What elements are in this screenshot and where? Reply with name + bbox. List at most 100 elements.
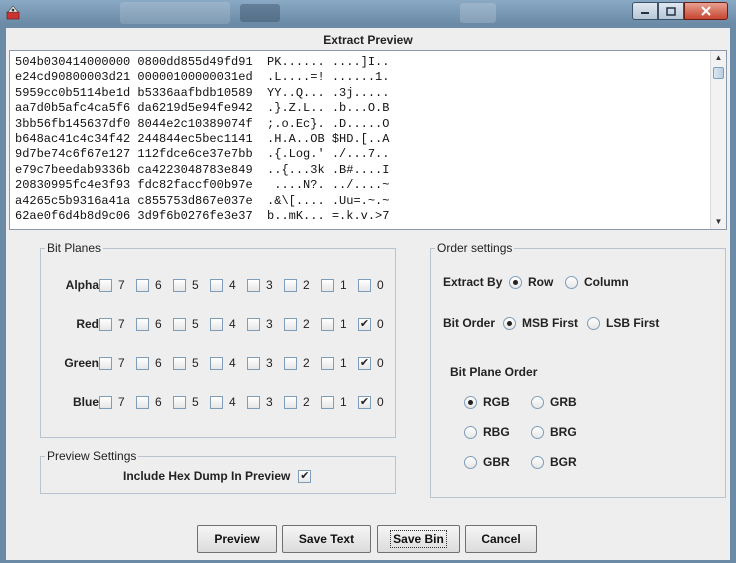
extract-by-option[interactable]: Column	[565, 275, 629, 289]
bit-plane-option[interactable]: 1	[321, 278, 347, 292]
bit-checkbox[interactable]	[210, 356, 223, 370]
bit-plane-option[interactable]: 7	[99, 317, 125, 331]
bit-checkbox[interactable]	[136, 317, 149, 331]
bit-plane-option[interactable]: 5	[173, 278, 199, 292]
plane-order-option[interactable]: RBG	[464, 425, 510, 439]
bit-checkbox[interactable]: ✔	[358, 356, 371, 370]
bit-plane-option[interactable]: 0	[358, 278, 384, 292]
bit-checkbox[interactable]	[136, 356, 149, 370]
bit-order-option[interactable]: LSB First	[587, 316, 659, 330]
bit-plane-option[interactable]: 2	[284, 317, 310, 331]
bit-checkbox[interactable]	[136, 278, 149, 292]
preview-text-area[interactable]: 504b030414000000 0800dd855d49fd91 PK....…	[9, 50, 727, 230]
plane-order-option[interactable]: GRB	[531, 395, 577, 409]
bit-checkbox[interactable]	[173, 278, 186, 292]
bit-checkbox[interactable]: ✔	[358, 395, 371, 409]
bit-checkbox[interactable]	[173, 395, 186, 409]
radio-bgr[interactable]	[531, 455, 544, 469]
bit-plane-option[interactable]: 6	[136, 278, 162, 292]
bit-plane-option[interactable]: 2	[284, 278, 310, 292]
bit-checkbox[interactable]	[321, 317, 334, 331]
bit-plane-option[interactable]: 5	[173, 317, 199, 331]
bit-checkbox[interactable]	[321, 395, 334, 409]
bit-checkbox[interactable]	[321, 278, 334, 292]
save-text-button[interactable]: Save Text	[282, 525, 371, 553]
bit-plane-option[interactable]: 3	[247, 317, 273, 331]
bit-plane-option[interactable]: 3	[247, 395, 273, 409]
maximize-icon[interactable]	[658, 2, 684, 20]
bit-checkbox[interactable]	[247, 356, 260, 370]
bit-checkbox[interactable]	[99, 317, 112, 331]
radio-rbg[interactable]	[464, 425, 477, 439]
bit-plane-option[interactable]: 7	[99, 356, 125, 370]
bit-checkbox[interactable]	[210, 317, 223, 331]
bit-plane-option[interactable]: ✔ 0	[358, 317, 384, 331]
cancel-button[interactable]: Cancel	[465, 525, 537, 553]
bit-plane-option[interactable]: 2	[284, 356, 310, 370]
radio-gbr[interactable]	[464, 455, 477, 469]
bit-checkbox[interactable]	[99, 356, 112, 370]
bit-checkbox[interactable]	[358, 278, 371, 292]
bit-plane-option[interactable]: 5	[173, 356, 199, 370]
plane-order-option[interactable]: BRG	[531, 425, 577, 439]
window-titlebar[interactable]	[0, 0, 736, 24]
bit-plane-option[interactable]: 6	[136, 356, 162, 370]
bit-checkbox[interactable]	[210, 395, 223, 409]
plane-order-option[interactable]: GBR	[464, 455, 510, 469]
radio-row[interactable]	[509, 275, 522, 289]
bit-checkbox[interactable]	[99, 395, 112, 409]
extract-by-option[interactable]: Row	[509, 275, 553, 289]
bit-checkbox[interactable]	[99, 278, 112, 292]
bit-checkbox[interactable]	[284, 278, 297, 292]
minimize-icon[interactable]	[632, 2, 658, 20]
bit-plane-option[interactable]: 4	[210, 278, 236, 292]
vertical-scrollbar[interactable]: ▲ ▼	[710, 51, 726, 229]
bit-checkbox[interactable]	[321, 356, 334, 370]
scroll-up-icon[interactable]: ▲	[711, 51, 726, 65]
bit-order-option[interactable]: MSB First	[503, 316, 578, 330]
bit-plane-option[interactable]: 7	[99, 278, 125, 292]
bit-plane-option[interactable]: 1	[321, 356, 347, 370]
preview-button[interactable]: Preview	[197, 525, 277, 553]
bit-plane-option[interactable]: 1	[321, 317, 347, 331]
bit-plane-option[interactable]: ✔ 0	[358, 395, 384, 409]
bit-plane-option[interactable]: 7	[99, 395, 125, 409]
bit-planes-title: Bit Planes	[45, 241, 104, 255]
bit-checkbox[interactable]	[284, 395, 297, 409]
bit-plane-option[interactable]: 2	[284, 395, 310, 409]
bit-plane-option[interactable]: ✔ 0	[358, 356, 384, 370]
radio-column[interactable]	[565, 275, 578, 289]
include-hex-checkbox[interactable]: ✔	[298, 469, 312, 483]
bit-plane-option[interactable]: 3	[247, 356, 273, 370]
bit-checkbox[interactable]	[173, 317, 186, 331]
radio-rgb[interactable]	[464, 395, 477, 409]
save-bin-button[interactable]: Save Bin	[377, 525, 460, 553]
bit-plane-option[interactable]: 4	[210, 395, 236, 409]
plane-order-option[interactable]: RGB	[464, 395, 510, 409]
bit-checkbox[interactable]	[284, 317, 297, 331]
radio-lsb-first[interactable]	[587, 316, 600, 330]
scroll-down-icon[interactable]: ▼	[711, 215, 726, 229]
radio-brg[interactable]	[531, 425, 544, 439]
radio-grb[interactable]	[531, 395, 544, 409]
bit-plane-option[interactable]: 4	[210, 356, 236, 370]
bit-checkbox[interactable]	[210, 278, 223, 292]
bit-checkbox[interactable]	[284, 356, 297, 370]
bit-plane-option[interactable]: 3	[247, 278, 273, 292]
include-hex-row[interactable]: Include Hex Dump In Preview ✔	[123, 469, 312, 483]
close-icon[interactable]	[684, 2, 728, 20]
bit-plane-option[interactable]: 5	[173, 395, 199, 409]
plane-order-option[interactable]: BGR	[531, 455, 577, 469]
bit-checkbox[interactable]	[173, 356, 186, 370]
bit-checkbox[interactable]	[247, 278, 260, 292]
bit-checkbox[interactable]	[247, 395, 260, 409]
scrollbar-thumb[interactable]	[713, 67, 724, 79]
bit-checkbox[interactable]: ✔	[358, 317, 371, 331]
bit-plane-option[interactable]: 6	[136, 395, 162, 409]
bit-checkbox[interactable]	[136, 395, 149, 409]
bit-plane-option[interactable]: 6	[136, 317, 162, 331]
bit-checkbox[interactable]	[247, 317, 260, 331]
bit-plane-option[interactable]: 4	[210, 317, 236, 331]
radio-msb-first[interactable]	[503, 316, 516, 330]
bit-plane-option[interactable]: 1	[321, 395, 347, 409]
